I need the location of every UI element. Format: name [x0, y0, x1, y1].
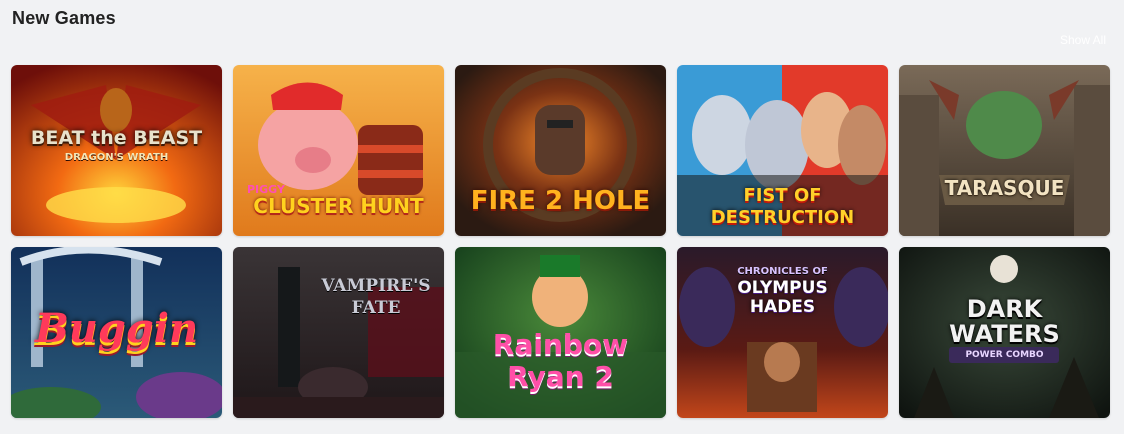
- game-title: Rainbow Ryan 2: [492, 328, 629, 394]
- game-title: VAMPIRE'S FATE: [321, 276, 431, 319]
- game-tile-beat-the-beast[interactable]: BEAT the BEAST DRAGON'S WRATH: [11, 65, 222, 236]
- show-all-link[interactable]: Show All: [1060, 33, 1106, 47]
- game-title: BEAT the BEAST: [30, 127, 203, 149]
- game-title: TARASQUE: [944, 176, 1065, 200]
- game-tile-piggy-cluster-hunt[interactable]: PIGGY CLUSTER HUNT: [233, 65, 444, 236]
- game-subtitle: DRAGON'S WRATH: [64, 152, 169, 163]
- game-tile-rainbow-ryan-2[interactable]: Rainbow Ryan 2: [455, 247, 666, 418]
- game-tile-olympus-hades[interactable]: CHRONICLES OF OLYMPUS HADES: [677, 247, 888, 418]
- game-title: DARK WATERS: [949, 295, 1060, 349]
- game-title: FIST OF DESTRUCTION: [710, 185, 855, 228]
- game-tile-tarasque[interactable]: TARASQUE: [899, 65, 1110, 236]
- game-tile-fire-in-the-hole-2[interactable]: FIRE 2 HOLE: [455, 65, 666, 236]
- game-subtitle: POWER COMBO: [965, 350, 1044, 360]
- games-grid: BEAT the BEAST DRAGON'S WRATH PIGGY CLUS…: [11, 65, 1110, 418]
- game-artwork: [899, 65, 1110, 236]
- game-tile-buggin[interactable]: Buggin: [11, 247, 222, 418]
- game-title: CLUSTER HUNT: [253, 194, 424, 218]
- game-artwork: [11, 65, 222, 236]
- game-title: FIRE 2 HOLE: [470, 186, 651, 216]
- section-title: New Games: [12, 8, 116, 28]
- game-subtitle: CHRONICLES OF: [737, 266, 828, 277]
- game-tile-vampires-fate[interactable]: VAMPIRE'S FATE: [233, 247, 444, 418]
- game-tile-fist-of-destruction[interactable]: FIST OF DESTRUCTION: [677, 65, 888, 236]
- game-title: Buggin: [34, 305, 199, 352]
- game-tile-dark-waters[interactable]: DARK WATERS POWER COMBO: [899, 247, 1110, 418]
- game-title: OLYMPUS HADES: [737, 278, 828, 317]
- game-artwork: [233, 247, 444, 418]
